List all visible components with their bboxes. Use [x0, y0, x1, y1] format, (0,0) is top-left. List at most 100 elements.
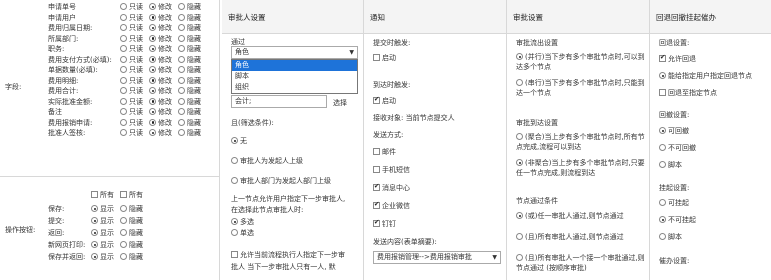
field-option-readonly[interactable]: 只读: [120, 128, 143, 138]
checkbox-icon[interactable]: [373, 218, 380, 227]
field-option-edit[interactable]: 修改: [149, 23, 172, 33]
radio-icon[interactable]: [91, 205, 98, 212]
field-option-edit[interactable]: 修改: [149, 86, 172, 96]
radio-icon[interactable]: [120, 108, 127, 115]
checkbox-icon[interactable]: [373, 148, 380, 155]
ops-all-checkbox[interactable]: 所有: [91, 190, 114, 200]
radio-icon[interactable]: [91, 241, 98, 248]
radio-icon[interactable]: [149, 108, 156, 115]
choose-button[interactable]: 选择: [333, 98, 347, 108]
radio-icon[interactable]: [91, 217, 98, 224]
ops-option-hidden[interactable]: 隐藏: [120, 228, 143, 238]
radio-icon[interactable]: [149, 66, 156, 73]
revoke-option[interactable]: 不可回撤: [659, 143, 696, 153]
radio-icon[interactable]: [659, 127, 666, 134]
field-option-hidden[interactable]: 隐藏: [178, 107, 201, 117]
allow-checkbox[interactable]: [231, 251, 238, 258]
radio-icon[interactable]: [120, 217, 127, 224]
radio-icon[interactable]: [120, 97, 127, 105]
dropdown-option[interactable]: 角色: [232, 60, 357, 71]
ops-option-show[interactable]: 显示: [91, 240, 114, 250]
radio-icon[interactable]: [149, 34, 156, 42]
ops-option-show[interactable]: 显示: [91, 204, 114, 214]
radio-icon[interactable]: [120, 66, 127, 73]
field-option-edit[interactable]: 修改: [149, 65, 172, 75]
radio-icon[interactable]: [178, 3, 185, 10]
radio-icon[interactable]: [91, 253, 98, 260]
multi-option[interactable]: 多选: [231, 217, 254, 227]
radio-icon[interactable]: [178, 45, 185, 52]
dropdown-option[interactable]: 脚本: [232, 71, 357, 82]
radio-icon[interactable]: [178, 97, 185, 105]
radio-icon[interactable]: [178, 118, 185, 126]
pass-option[interactable]: (或)任一审批人通过,则节点通过: [516, 211, 646, 221]
hang-option[interactable]: 脚本: [659, 232, 682, 242]
hang-option[interactable]: 不可挂起: [659, 215, 696, 225]
checkbox-icon[interactable]: [373, 200, 380, 209]
checkbox-icon[interactable]: [373, 182, 380, 191]
field-option-readonly[interactable]: 只读: [120, 65, 143, 75]
condition-option[interactable]: 无: [231, 136, 247, 146]
submit-enable[interactable]: 启动: [373, 53, 396, 63]
radio-icon[interactable]: [516, 233, 523, 240]
field-option-readonly[interactable]: 只读: [120, 44, 143, 54]
radio-icon[interactable]: [120, 118, 127, 126]
radio-icon[interactable]: [149, 76, 156, 84]
ops-option-show[interactable]: 显示: [91, 228, 114, 238]
radio-icon[interactable]: [231, 218, 238, 225]
checkbox-icon[interactable]: [373, 166, 380, 173]
field-option-hidden[interactable]: 隐藏: [178, 86, 201, 96]
field-option-edit[interactable]: 修改: [149, 2, 172, 12]
radio-icon[interactable]: [516, 254, 523, 261]
back-option[interactable]: 允许回退: [659, 53, 696, 64]
radio-icon[interactable]: [659, 233, 666, 240]
field-option-readonly[interactable]: 只读: [120, 34, 143, 44]
checkbox-icon[interactable]: [659, 53, 666, 62]
content-select[interactable]: 费用报销管理-->费用报销审批 ▼: [373, 251, 501, 264]
arrive-enable-checkbox[interactable]: [373, 95, 380, 104]
radio-icon[interactable]: [178, 55, 185, 63]
checkbox-icon[interactable]: [659, 89, 666, 96]
send-method[interactable]: 消息中心: [373, 182, 410, 193]
field-option-hidden[interactable]: 隐藏: [178, 65, 201, 75]
accounting-field[interactable]: 会计;: [231, 95, 327, 108]
field-option-readonly[interactable]: 只读: [120, 118, 143, 128]
radio-icon[interactable]: [231, 137, 238, 144]
ops-all-checkbox[interactable]: 所有: [120, 190, 143, 200]
field-option-readonly[interactable]: 只读: [120, 76, 143, 86]
radio-icon[interactable]: [120, 55, 127, 63]
field-option-hidden[interactable]: 隐藏: [178, 97, 201, 107]
revoke-option[interactable]: 可回撤: [659, 126, 689, 136]
radio-icon[interactable]: [231, 157, 238, 164]
parallel-option[interactable]: (并行)当下步有多个审批节点时,可以到达多个节点: [516, 52, 646, 72]
field-option-edit[interactable]: 修改: [149, 13, 172, 23]
field-option-edit[interactable]: 修改: [149, 97, 172, 107]
radio-icon[interactable]: [149, 55, 156, 63]
ops-option-show[interactable]: 显示: [91, 216, 114, 226]
send-method[interactable]: 企业微信: [373, 200, 410, 211]
ops-option-hidden[interactable]: 隐藏: [120, 216, 143, 226]
radio-icon[interactable]: [120, 253, 127, 260]
radio-icon[interactable]: [149, 87, 156, 94]
radio-icon[interactable]: [149, 118, 156, 126]
field-option-readonly[interactable]: 只读: [120, 86, 143, 96]
field-option-hidden[interactable]: 隐藏: [178, 23, 201, 33]
field-option-hidden[interactable]: 隐藏: [178, 34, 201, 44]
field-option-hidden[interactable]: 隐藏: [178, 44, 201, 54]
ops-option-show[interactable]: 显示: [91, 252, 114, 262]
field-option-hidden[interactable]: 隐藏: [178, 118, 201, 128]
allow-row[interactable]: 允许当前流程执行人指定下一步审: [231, 250, 345, 260]
radio-icon[interactable]: [659, 199, 666, 206]
radio-icon[interactable]: [178, 34, 185, 42]
field-option-hidden[interactable]: 隐藏: [178, 76, 201, 86]
field-option-hidden[interactable]: 隐藏: [178, 13, 201, 23]
radio-icon[interactable]: [120, 205, 127, 212]
arrive-enable[interactable]: 启动: [373, 95, 396, 106]
field-option-readonly[interactable]: 只读: [120, 55, 143, 65]
multi-option[interactable]: 单选: [231, 228, 254, 238]
field-option-edit[interactable]: 修改: [149, 118, 172, 128]
radio-icon[interactable]: [149, 13, 156, 21]
send-method[interactable]: 钉钉: [373, 218, 396, 229]
radio-icon[interactable]: [178, 108, 185, 115]
radio-icon[interactable]: [178, 66, 185, 73]
